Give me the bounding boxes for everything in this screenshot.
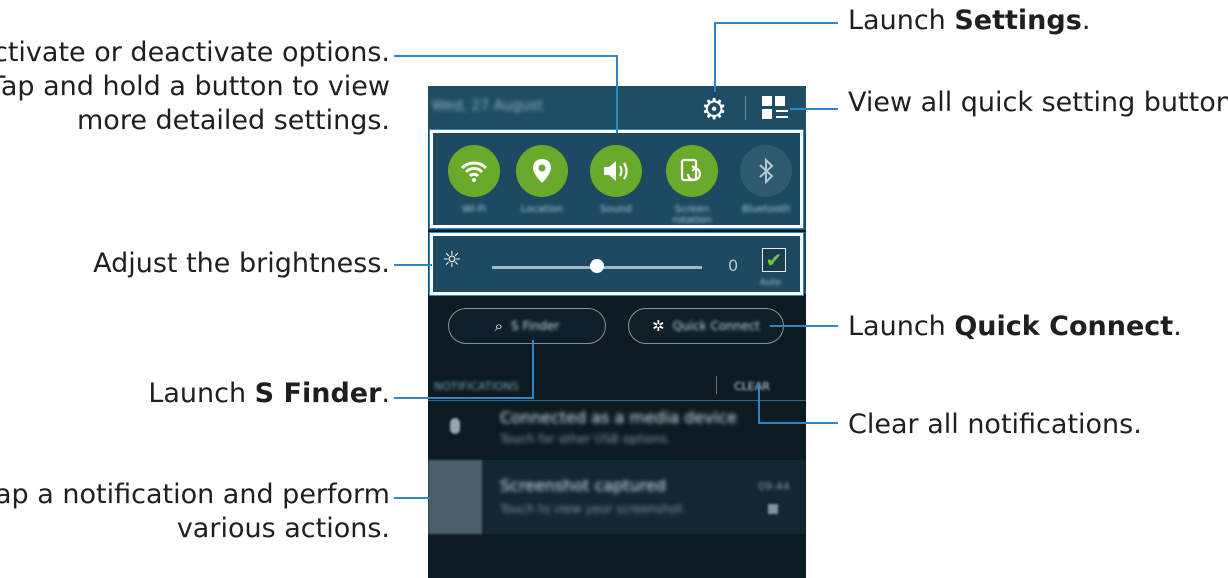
callout-sfinder: Launch S Finder. bbox=[148, 378, 390, 409]
callout-settings: Launch Settings. bbox=[848, 5, 1091, 36]
rotation-icon bbox=[666, 145, 718, 197]
notification-item[interactable]: Screenshot captured Touch to view your s… bbox=[428, 460, 806, 534]
usb-icon bbox=[450, 418, 460, 434]
connector-notification bbox=[394, 497, 430, 499]
brightness-slider-thumb[interactable] bbox=[590, 259, 604, 273]
header-divider bbox=[745, 96, 746, 120]
rotation-label: Screen rotation bbox=[672, 204, 712, 226]
wifi-toggle[interactable] bbox=[448, 145, 500, 197]
notification-title: Connected as a media device bbox=[500, 408, 737, 427]
callout-quick-connect: Launch Quick Connect. bbox=[848, 311, 1182, 342]
connector-settings bbox=[714, 22, 838, 24]
bluetooth-icon bbox=[740, 145, 792, 197]
bluetooth-toggle[interactable] bbox=[740, 145, 792, 197]
notification-panel: Wed, 27 August ⚙ Wi-Fi Location Sound Sc… bbox=[428, 86, 806, 578]
connector-options-drop bbox=[616, 55, 618, 133]
header-separator bbox=[716, 376, 717, 394]
notification-title: Screenshot captured bbox=[500, 476, 667, 495]
callout-options: Activate or deactivate options. Tap and … bbox=[0, 37, 390, 136]
callout-brightness: Adjust the brightness. bbox=[93, 248, 390, 279]
date-text: Wed, 27 August bbox=[432, 98, 543, 114]
screenshot-thumbnail bbox=[428, 460, 482, 534]
screen-rotation-toggle[interactable] bbox=[666, 145, 718, 197]
brightness-auto-icon: ☼ bbox=[442, 248, 462, 273]
notifications-title: NOTIFICATIONS bbox=[434, 380, 519, 393]
brightness-value: 0 bbox=[728, 256, 739, 275]
quick-connect-icon: ✲ bbox=[652, 317, 665, 335]
wifi-icon bbox=[448, 145, 500, 197]
wifi-label: Wi-Fi bbox=[462, 204, 486, 215]
connector-clear bbox=[760, 422, 838, 424]
auto-brightness-label: Auto bbox=[760, 278, 781, 288]
sound-icon bbox=[590, 145, 642, 197]
notification-subtitle: Touch to view your screenshot. bbox=[500, 502, 686, 516]
connector-options bbox=[394, 55, 618, 57]
auto-brightness-checkbox[interactable]: ✔ bbox=[762, 248, 786, 272]
notification-subtitle: Touch for other USB options. bbox=[500, 432, 671, 446]
connector-brightness bbox=[394, 264, 432, 266]
s-finder-button[interactable]: ⌕ S Finder bbox=[448, 308, 606, 344]
callout-quick-settings: View all quick setting buttons. bbox=[848, 87, 1228, 118]
bluetooth-label: Bluetooth bbox=[741, 204, 791, 215]
sound-label: Sound bbox=[600, 204, 632, 215]
clear-button[interactable]: CLEAR bbox=[734, 380, 770, 393]
gallery-icon bbox=[768, 504, 778, 514]
location-label: Location bbox=[520, 204, 564, 215]
callout-clear: Clear all notifications. bbox=[848, 409, 1142, 440]
location-toggle[interactable] bbox=[516, 145, 568, 197]
connector-quick-connect bbox=[770, 325, 838, 327]
connector-quick-settings bbox=[790, 108, 838, 110]
notification-time: 09:44 bbox=[758, 480, 790, 493]
connector-clear-up bbox=[758, 384, 760, 424]
brightness-row: ☼ 0 ✔ Auto bbox=[428, 232, 806, 294]
sound-toggle[interactable] bbox=[590, 145, 642, 197]
notification-item[interactable]: Connected as a media device Touch for ot… bbox=[428, 402, 806, 456]
location-icon bbox=[516, 145, 568, 197]
s-finder-icon: ⌕ bbox=[494, 317, 504, 335]
quick-settings-row: Wi-Fi Location Sound Screen rotation Blu… bbox=[428, 130, 806, 230]
connector-sfinder bbox=[394, 397, 534, 399]
quick-connect-button[interactable]: ✲ Quick Connect bbox=[628, 308, 784, 344]
callout-notification: Tap a notification and perform various a… bbox=[0, 479, 390, 544]
settings-gear-icon[interactable]: ⚙ bbox=[698, 93, 730, 125]
connector-settings-down bbox=[714, 22, 716, 92]
quick-settings-grid-icon[interactable] bbox=[762, 96, 788, 122]
connector-sfinder-up bbox=[532, 340, 534, 399]
